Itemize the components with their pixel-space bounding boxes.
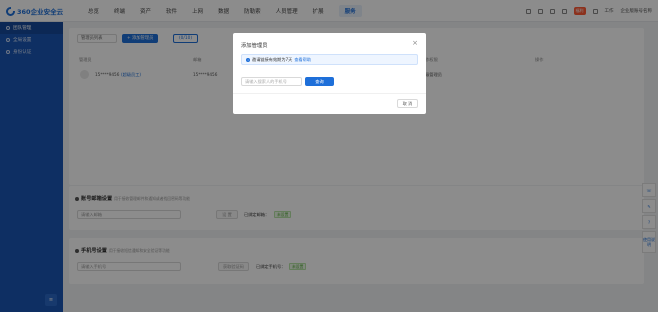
phone-search-input[interactable]: 请输入搜索人的手机号 (241, 77, 302, 86)
help-link[interactable]: 查看帮助 (294, 55, 311, 65)
close-icon[interactable]: × (412, 39, 418, 47)
modal-divider (233, 93, 426, 94)
modal-info-bar: i 邀请链接有效期为7天 查看帮助 (241, 54, 418, 65)
info-icon: i (246, 57, 250, 62)
cancel-button[interactable]: 取 消 (397, 99, 418, 108)
query-button[interactable]: 查询 (305, 77, 334, 86)
modal-title: 添加管理员 (241, 43, 268, 49)
query-label: 查询 (315, 79, 324, 84)
add-admin-modal: 添加管理员 × i 邀请链接有效期为7天 查看帮助 请输入搜索人的手机号 查询 … (233, 33, 426, 114)
modal-info-text: 邀请链接有效期为7天 (252, 56, 293, 62)
